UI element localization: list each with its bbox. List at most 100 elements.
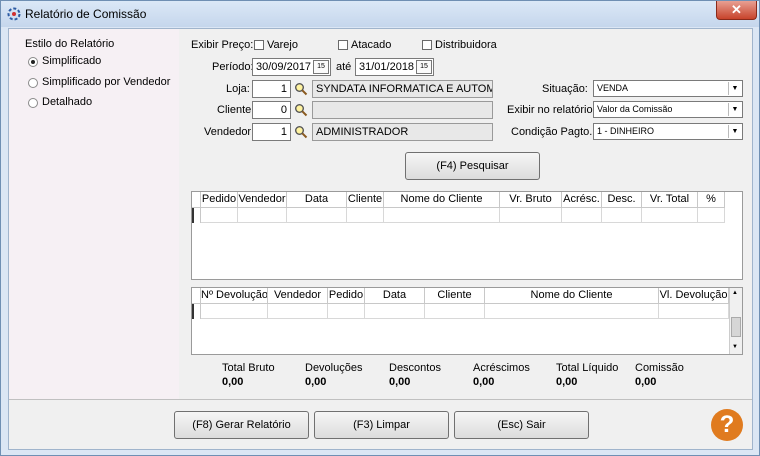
- chevron-down-icon: ▼: [728, 82, 741, 95]
- grid-cell[interactable]: [268, 304, 328, 319]
- calendar-from-icon[interactable]: 15: [313, 60, 329, 74]
- grid-cell[interactable]: [201, 208, 238, 223]
- search-vendedor-icon[interactable]: [294, 125, 308, 139]
- exibir-preco-label: Exibir Preço:: [191, 39, 254, 51]
- exibir-relatorio-label: Exibir no relatório:: [507, 104, 596, 116]
- grid-cell[interactable]: [500, 208, 562, 223]
- situacao-label: Situação:: [542, 83, 588, 95]
- col-nome-cliente[interactable]: Nome do Cliente: [384, 192, 500, 208]
- grid-cell[interactable]: [384, 208, 500, 223]
- grid-cell[interactable]: [328, 304, 365, 319]
- report-style-title: Estilo do Relatório: [25, 38, 115, 50]
- sair-button[interactable]: (Esc) Sair: [454, 411, 589, 439]
- radio-simplificado-vendedor[interactable]: [28, 78, 38, 88]
- grid-cell[interactable]: [201, 304, 268, 319]
- chevron-down-icon: ▼: [728, 125, 741, 138]
- col-data[interactable]: Data: [287, 192, 347, 208]
- col-vl-devolucao[interactable]: Vl. Devolução: [659, 288, 729, 304]
- vendedor-code-field[interactable]: 1: [252, 123, 291, 141]
- scroll-down-icon[interactable]: ▼: [732, 344, 738, 350]
- vendas-grid[interactable]: Pedido Vendedor Data Cliente Nome do Cli…: [191, 191, 743, 280]
- col-vendedor[interactable]: Vendedor: [238, 192, 287, 208]
- exibir-relatorio-select[interactable]: Valor da Comissão ▼: [593, 101, 743, 118]
- checkbox-varejo[interactable]: [254, 40, 264, 50]
- loja-name-field: SYNDATA INFORMATICA E AUTOMAC: [312, 80, 493, 98]
- row-indicator: [192, 208, 201, 223]
- radio-simplificado-vendedor-label[interactable]: Simplificado por Vendedor: [42, 76, 170, 88]
- comissao-label: Comissão: [635, 362, 684, 374]
- condicao-pagto-value: 1 - DINHEIRO: [597, 126, 655, 136]
- grid-cell[interactable]: [347, 208, 384, 223]
- report-window: Relatório de Comissão ✕ Estilo do Relató…: [0, 0, 760, 456]
- search-loja-icon[interactable]: [294, 82, 308, 96]
- grid-cell[interactable]: [698, 208, 725, 223]
- periodo-to-value: 31/01/2018: [359, 61, 415, 73]
- col-nome-cliente[interactable]: Nome do Cliente: [485, 288, 659, 304]
- periodo-ate-label: até: [336, 61, 352, 73]
- pesquisar-button[interactable]: (F4) Pesquisar: [405, 152, 540, 180]
- window-title: Relatório de Comissão: [25, 7, 147, 21]
- client-area: Estilo do Relatório Simplificado Simplif…: [8, 28, 753, 450]
- grid-cell[interactable]: [238, 208, 287, 223]
- loja-code-field[interactable]: 1: [252, 80, 291, 98]
- help-icon[interactable]: ?: [711, 409, 743, 441]
- loja-label: Loja:: [226, 83, 250, 95]
- col-pedido[interactable]: Pedido: [328, 288, 365, 304]
- total-bruto-label: Total Bruto: [222, 362, 275, 374]
- acrescimos-label: Acréscimos: [473, 362, 530, 374]
- exibir-relatorio-value: Valor da Comissão: [597, 104, 673, 114]
- col-cliente[interactable]: Cliente: [347, 192, 384, 208]
- total-liquido-label: Total Líquido: [556, 362, 619, 374]
- col-data[interactable]: Data: [365, 288, 425, 304]
- condicao-pagto-select[interactable]: 1 - DINHEIRO ▼: [593, 123, 743, 140]
- col-n-devolucao[interactable]: Nº Devolução: [201, 288, 268, 304]
- situacao-select[interactable]: VENDA ▼: [593, 80, 743, 97]
- condicao-pagto-label: Condição Pagto.:: [511, 126, 596, 138]
- cliente-label: Cliente:: [217, 104, 255, 116]
- col-vr-bruto[interactable]: Vr. Bruto: [500, 192, 562, 208]
- situacao-value: VENDA: [597, 83, 629, 93]
- calendar-to-icon[interactable]: 15: [416, 60, 432, 74]
- radio-simplificado-label[interactable]: Simplificado: [42, 55, 101, 67]
- grid-cell[interactable]: [602, 208, 642, 223]
- comissao-value: 0,00: [635, 376, 657, 388]
- col-vr-total[interactable]: Vr. Total: [642, 192, 698, 208]
- gerar-relatorio-button[interactable]: (F8) Gerar Relatório: [174, 411, 309, 439]
- col-acresc[interactable]: Acrésc.: [562, 192, 602, 208]
- close-button[interactable]: ✕: [716, 1, 757, 20]
- grid-cell[interactable]: [365, 304, 425, 319]
- col-percent[interactable]: %: [698, 192, 725, 208]
- title-bar: Relatório de Comissão ✕: [1, 1, 759, 27]
- col-pedido[interactable]: Pedido: [201, 192, 238, 208]
- grid-cell[interactable]: [485, 304, 659, 319]
- devolucoes-value: 0,00: [305, 376, 327, 388]
- grid-cell[interactable]: [287, 208, 347, 223]
- scroll-up-icon[interactable]: ▲: [732, 290, 738, 296]
- search-cliente-icon[interactable]: [294, 103, 308, 117]
- checkbox-distribuidora[interactable]: [422, 40, 432, 50]
- checkbox-varejo-label[interactable]: Varejo: [267, 39, 298, 51]
- col-desc[interactable]: Desc.: [602, 192, 642, 208]
- checkbox-atacado[interactable]: [338, 40, 348, 50]
- checkbox-distribuidora-label[interactable]: Distribuidora: [435, 39, 497, 51]
- checkbox-atacado-label[interactable]: Atacado: [351, 39, 391, 51]
- limpar-button[interactable]: (F3) Limpar: [314, 411, 449, 439]
- radio-detalhado-label[interactable]: Detalhado: [42, 96, 92, 108]
- devolucao-grid[interactable]: Nº Devolução Vendedor Pedido Data Client…: [191, 287, 743, 355]
- cliente-code-field[interactable]: 0: [252, 101, 291, 119]
- radio-detalhado[interactable]: [28, 98, 38, 108]
- col-vendedor[interactable]: Vendedor: [268, 288, 328, 304]
- radio-simplificado[interactable]: [28, 57, 38, 67]
- vertical-scrollbar[interactable]: ▲ ▼: [729, 288, 742, 354]
- chevron-down-icon: ▼: [728, 103, 741, 116]
- row-indicator: [192, 304, 201, 319]
- descontos-value: 0,00: [389, 376, 411, 388]
- grid-cell[interactable]: [562, 208, 602, 223]
- scrollbar-thumb[interactable]: [731, 317, 741, 337]
- grid-cell[interactable]: [425, 304, 485, 319]
- grid-cell[interactable]: [642, 208, 698, 223]
- footer-separator: [9, 399, 752, 400]
- col-cliente[interactable]: Cliente: [425, 288, 485, 304]
- grid-cell[interactable]: [659, 304, 729, 319]
- vendedor-name-field: ADMINISTRADOR: [312, 123, 493, 141]
